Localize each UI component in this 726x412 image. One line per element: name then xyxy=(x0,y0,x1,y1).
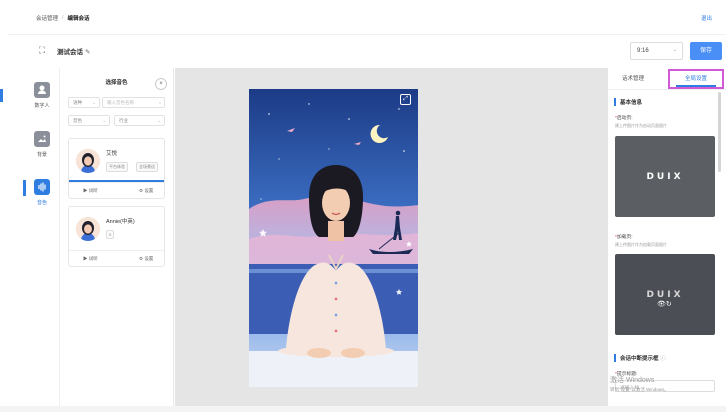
save-button[interactable]: 保存 xyxy=(690,42,722,60)
duix-logo: DUIX xyxy=(646,171,684,182)
breadcrumb: 会话管理 / 编辑会话 xyxy=(36,14,90,22)
rail-item-background[interactable]: 背景 xyxy=(26,131,58,158)
voice-tag: 全场景适 xyxy=(136,162,158,172)
ratio-select[interactable]: 9:16 ⌄ xyxy=(630,42,683,60)
voice-card[interactable]: Annie(中英) 0 ▶ 试听 ⚙ 设置 xyxy=(68,206,165,267)
loading-page-hint: 建上传图片作为加载页面图片 xyxy=(615,242,667,247)
language-select[interactable]: 语种 ⌄ xyxy=(68,97,100,108)
chevron-down-icon: ⌄ xyxy=(157,118,161,123)
listen-button[interactable]: ▶ 试听 xyxy=(83,256,98,262)
expand-icon[interactable]: ⛶ xyxy=(36,44,48,56)
tab-bar: 话术管理 全局设置 xyxy=(608,68,726,90)
gender-select-value: 音色 xyxy=(73,118,82,123)
section-interrupt-title: 会话中断提示框 xyxy=(620,356,659,362)
loading-page-label: *加载页: xyxy=(615,235,633,240)
voice-panel: 选择音色 × 语种 ⌄ 输入音色名称 ○ 音色 ⌄ 行业 ⌄ 艾悦 平台体验 全场景适 … xyxy=(60,68,174,412)
section-interrupt-prompt: 会话中断提示框 ⓘ xyxy=(614,354,666,362)
scrollbar[interactable] xyxy=(718,92,721,172)
settings-label: 设置 xyxy=(144,256,154,261)
windows-watermark: 激活 Windows 转到"设置"以激活 Windows。 xyxy=(610,376,669,394)
info-icon: ⓘ xyxy=(660,356,666,362)
language-select-value: 语种 xyxy=(73,100,82,105)
settings-button[interactable]: ⚙ 设置 xyxy=(139,188,153,194)
session-title: 测试会话 xyxy=(57,49,83,56)
duix-logo: DUIX xyxy=(646,289,684,300)
start-page-image[interactable]: DUIX xyxy=(615,136,715,217)
chevron-down-icon: ⌄ xyxy=(102,118,106,123)
breadcrumb-separator: / xyxy=(62,15,64,21)
listen-label: 试听 xyxy=(88,188,98,193)
gender-select[interactable]: 音色 ⌄ xyxy=(68,115,110,126)
bottom-strip xyxy=(0,406,726,412)
voice-tag: 平台体验 xyxy=(106,162,128,172)
voice-search-input[interactable]: 输入音色名称 ○ xyxy=(102,97,165,108)
edit-icon[interactable]: ✎ xyxy=(85,49,90,56)
settings-label: 设置 xyxy=(144,188,154,193)
rail-label: 背景 xyxy=(36,152,47,158)
start-page-label: *启动页: xyxy=(615,116,633,121)
person-icon xyxy=(34,82,50,98)
loading-page-image[interactable]: DUIX 👁↻ xyxy=(615,254,715,335)
breadcrumb-parent[interactable]: 会话管理 xyxy=(36,14,58,22)
preview-eye-icon[interactable]: 👁↻ xyxy=(657,300,675,309)
voice-name: 艾悦 xyxy=(106,151,118,157)
close-icon[interactable]: × xyxy=(155,78,167,90)
chevron-down-icon: ⌄ xyxy=(672,47,677,53)
watermark-line-2: 转到"设置"以激活 Windows。 xyxy=(610,387,669,392)
title-bar: ⛶ 测试会话 ✎ 9:16 ⌄ 保存 xyxy=(8,34,726,68)
gear-icon: ⚙ xyxy=(139,256,144,261)
voice-icon xyxy=(34,179,50,195)
search-icon: ○ xyxy=(158,100,161,105)
breadcrumb-current: 编辑会话 xyxy=(67,16,90,22)
tab-speech-management[interactable]: 话术管理 xyxy=(622,74,644,82)
rail-item-voice[interactable]: 音色 xyxy=(26,179,58,206)
active-tab-underline xyxy=(676,85,716,87)
listen-button[interactable]: ▶ 试听 xyxy=(83,188,98,194)
watermark-line-1: 激活 Windows xyxy=(610,377,655,384)
industry-select-value: 行业 xyxy=(119,118,128,123)
rail-item-digital-human[interactable]: 数字人 xyxy=(26,82,58,109)
play-icon: ▶ xyxy=(83,188,88,193)
voice-card-footer: ▶ 试听 ⚙ 设置 xyxy=(69,182,164,198)
voice-tag: 0 xyxy=(106,230,115,239)
page-title: 测试会话 ✎ xyxy=(57,46,90,56)
listen-label: 试听 xyxy=(88,256,98,261)
section-basic-info: 基本信息 xyxy=(614,98,642,106)
phone-preview[interactable] xyxy=(249,89,418,387)
left-rail: 数字人 背景 音色 xyxy=(0,68,60,412)
rail-label: 数字人 xyxy=(34,103,50,109)
chevron-down-icon: ⌄ xyxy=(92,100,96,105)
ratio-value: 9:16 xyxy=(637,48,649,54)
industry-select[interactable]: 行业 ⌄ xyxy=(114,115,165,126)
right-panel: 话术管理 全局设置 基本信息 *启动页: 建上传图片作为启动页面图片 DUIX … xyxy=(608,68,726,412)
gear-icon: ⚙ xyxy=(139,188,144,193)
image-icon xyxy=(34,131,50,147)
exit-link[interactable]: 退出 xyxy=(701,14,712,22)
voice-name: Annie(中英) xyxy=(106,219,135,225)
search-placeholder: 输入音色名称 xyxy=(107,100,134,105)
voice-card-footer: ▶ 试听 ⚙ 设置 xyxy=(69,250,164,266)
fullscreen-icon[interactable]: ⤢ xyxy=(400,94,411,105)
voice-card[interactable]: 艾悦 平台体验 全场景适 ▶ 试听 ⚙ 设置 xyxy=(68,138,165,199)
preview-scene xyxy=(249,89,418,387)
loading-page-label-text: 加载页: xyxy=(616,235,633,240)
top-bar: 会话管理 / 编辑会话 退出 xyxy=(0,0,726,34)
start-page-label-text: 启动页: xyxy=(616,116,633,121)
page-edge-indicator xyxy=(0,89,3,102)
start-page-hint: 建上传图片作为启动页面图片 xyxy=(615,123,667,128)
play-icon: ▶ xyxy=(83,256,88,261)
rail-label: 音色 xyxy=(36,200,47,206)
voice-avatar xyxy=(76,149,100,173)
settings-button[interactable]: ⚙ 设置 xyxy=(139,256,153,262)
voice-avatar xyxy=(76,217,100,241)
